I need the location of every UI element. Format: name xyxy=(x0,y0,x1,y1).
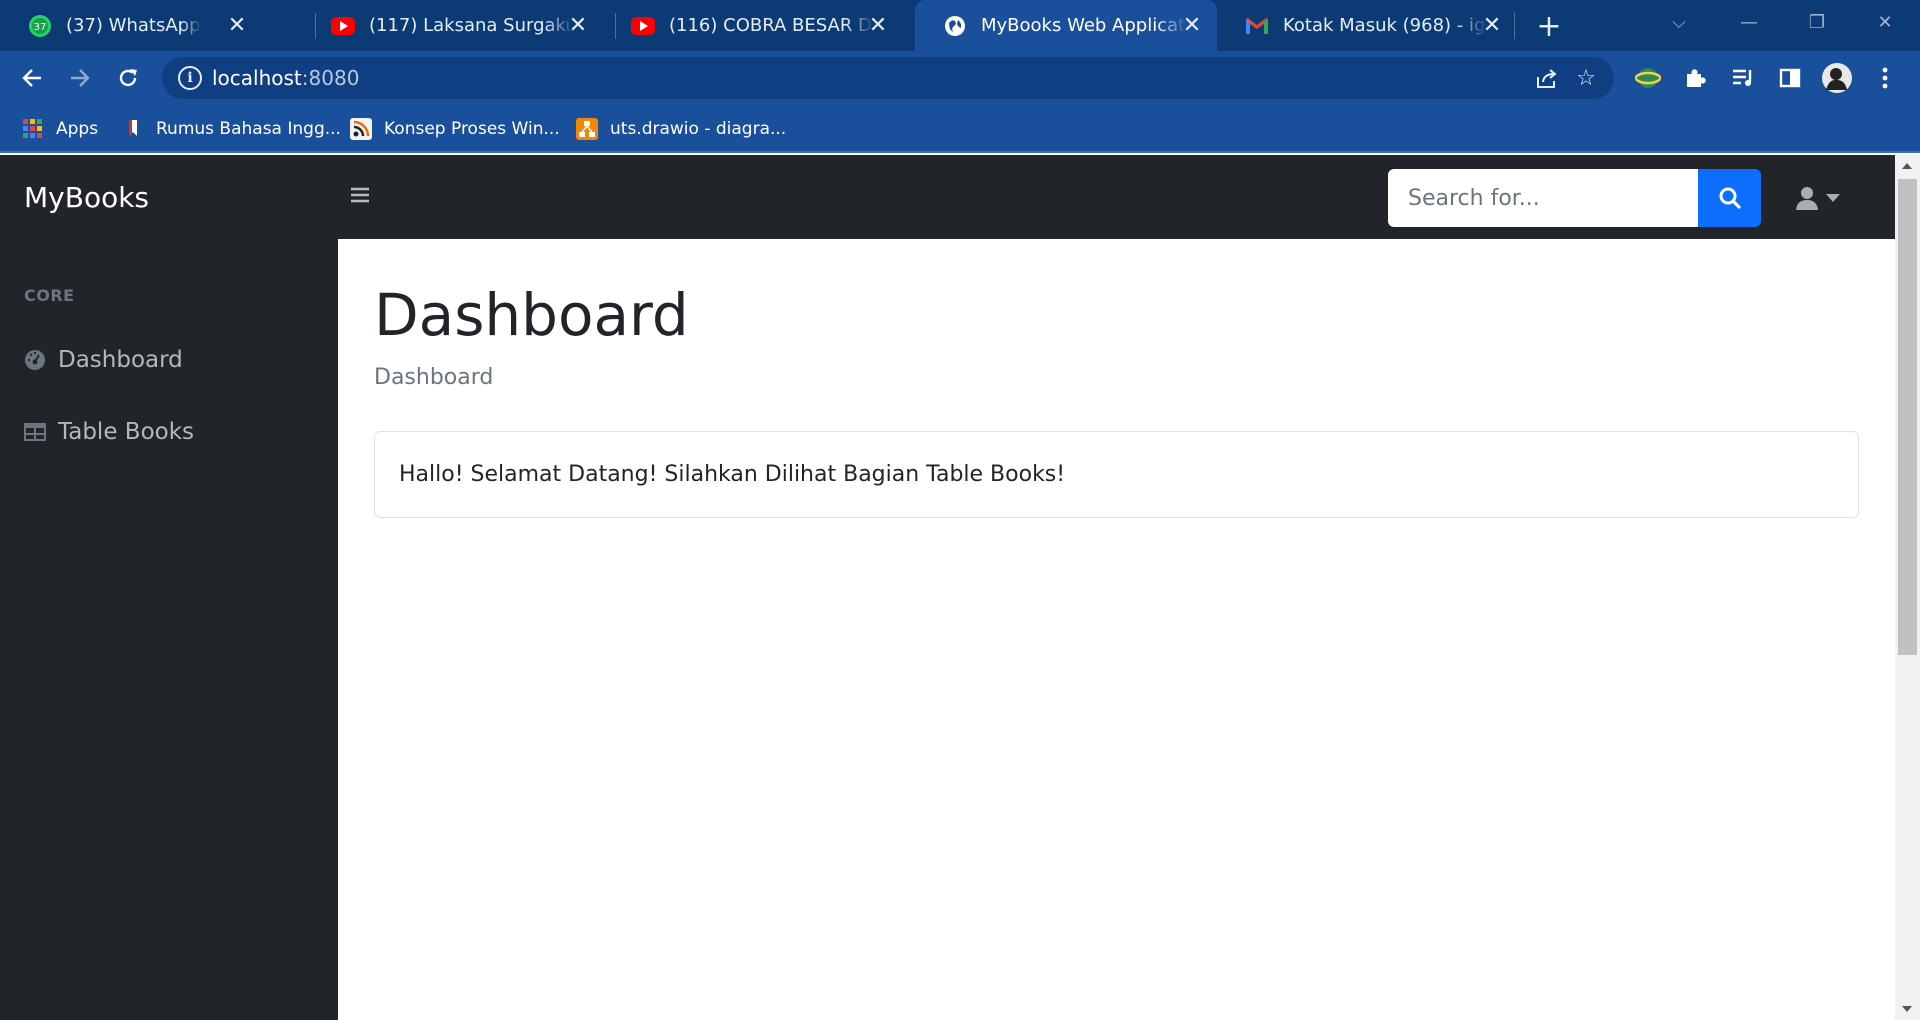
close-icon[interactable]: ✕ xyxy=(224,12,250,38)
top-navbar: MyBooks xyxy=(0,155,1895,239)
close-icon[interactable]: ✕ xyxy=(865,12,891,38)
back-button[interactable] xyxy=(14,60,50,96)
apps-grid-icon xyxy=(22,118,44,140)
window-close-button[interactable]: ✕ xyxy=(1850,0,1920,44)
bookmark-star-icon[interactable]: ☆ xyxy=(1573,65,1599,91)
chevron-down-icon xyxy=(1826,194,1840,202)
bookmark-label: Konsep Proses Win... xyxy=(384,119,560,139)
whatsapp-icon: 37 xyxy=(28,14,52,38)
site-info-icon[interactable]: i xyxy=(178,66,202,90)
browser-toolbar: i localhost:8080 ☆ xyxy=(0,51,1920,105)
close-icon[interactable]: ✕ xyxy=(1479,12,1505,38)
youtube-icon xyxy=(331,14,355,38)
breadcrumb: Dashboard xyxy=(374,365,494,390)
page-title: Dashboard xyxy=(374,281,689,349)
tab-gmail[interactable]: Kotak Masuk (968) - ighna ✕ xyxy=(1217,0,1517,51)
navbar-brand[interactable]: MyBooks xyxy=(24,181,149,214)
gmail-icon xyxy=(1245,14,1269,38)
new-tab-button[interactable]: + xyxy=(1528,8,1570,44)
bookmarks-bar: Apps Rumus Bahasa Ingg... Konsep Proses … xyxy=(0,105,1920,153)
tab-youtube-laksana[interactable]: (117) Laksana Surgaku - D ✕ xyxy=(303,0,603,51)
reload-icon xyxy=(119,69,137,87)
extensions-puzzle-icon[interactable] xyxy=(1680,63,1710,93)
tab-separator xyxy=(1514,13,1515,39)
scrollbar-thumb[interactable] xyxy=(1898,179,1917,655)
welcome-message: Hallo! Selamat Datang! Silahkan Dilihat … xyxy=(399,462,1066,487)
sidebar-heading: CORE xyxy=(24,286,75,305)
welcome-card: Hallo! Selamat Datang! Silahkan Dilihat … xyxy=(374,431,1859,518)
bookmark-rumus-bahasa[interactable]: Rumus Bahasa Ingg... xyxy=(122,115,341,143)
bookmark-uts-drawio[interactable]: uts.drawio - diagra... xyxy=(576,115,786,143)
search-button[interactable] xyxy=(1698,169,1761,227)
side-panel-icon[interactable] xyxy=(1775,63,1805,93)
browser-tabstrip: 37 (37) WhatsApp ✕ (117) Laksana Surgaku… xyxy=(0,0,1920,51)
search-input[interactable] xyxy=(1388,169,1699,227)
tab-title: MyBooks Web Application xyxy=(981,15,1187,36)
media-queue-icon[interactable] xyxy=(1728,63,1758,93)
arrow-right-icon xyxy=(71,69,90,87)
scroll-down-icon[interactable] xyxy=(1902,1006,1912,1012)
bookmark-label: uts.drawio - diagra... xyxy=(610,119,787,139)
main-content: Dashboard Dashboard Hallo! Selamat Datan… xyxy=(338,239,1895,1020)
bookmark-label: Apps xyxy=(56,119,99,139)
vertical-scrollbar[interactable] xyxy=(1895,155,1920,1020)
close-icon[interactable]: ✕ xyxy=(565,12,591,38)
user-dropdown[interactable] xyxy=(1796,181,1852,215)
bookmark-label: Rumus Bahasa Ingg... xyxy=(156,119,341,139)
profile-avatar[interactable] xyxy=(1821,62,1853,94)
address-url[interactable]: localhost:8080 xyxy=(212,66,359,90)
browser-menu-icon[interactable] xyxy=(1870,63,1900,93)
tab-title: (37) WhatsApp xyxy=(66,15,201,36)
tab-whatsapp[interactable]: 37 (37) WhatsApp ✕ xyxy=(0,0,262,51)
minimize-button[interactable]: — xyxy=(1714,0,1784,44)
tachometer-icon xyxy=(24,349,46,371)
sidebar-toggle-icon[interactable] xyxy=(348,183,372,207)
tab-title: (117) Laksana Surgaku - D xyxy=(369,15,575,36)
drawio-icon xyxy=(576,118,598,140)
close-icon[interactable]: ✕ xyxy=(1179,12,1205,38)
table-icon xyxy=(24,421,46,443)
user-icon xyxy=(1796,187,1818,210)
address-bar[interactable]: i localhost:8080 ☆ xyxy=(162,57,1614,99)
arrow-left-icon xyxy=(22,69,41,87)
sidebar-item-dashboard[interactable]: Dashboard xyxy=(24,343,183,377)
sidebar-item-table-books[interactable]: Table Books xyxy=(24,415,194,449)
share-icon[interactable] xyxy=(1534,65,1560,91)
reload-button[interactable] xyxy=(110,60,146,96)
tab-youtube-cobra[interactable]: (116) COBRA BESAR DI DA ✕ xyxy=(603,0,903,51)
search-icon xyxy=(1719,187,1741,209)
youtube-icon xyxy=(631,14,655,38)
sidebar-item-label: Dashboard xyxy=(58,347,183,373)
extension-globe-icon[interactable] xyxy=(1633,63,1663,93)
globe-icon xyxy=(943,14,967,38)
rss-icon xyxy=(350,118,372,140)
scroll-up-icon[interactable] xyxy=(1902,163,1912,169)
bookmark-apps[interactable]: Apps xyxy=(22,115,98,143)
tab-title: Kotak Masuk (968) - ighna xyxy=(1283,15,1487,36)
restore-button[interactable]: ❐ xyxy=(1782,0,1852,44)
sidebar: CORE Dashboard Table Books xyxy=(0,239,338,1020)
bookmark-konsep-proses[interactable]: Konsep Proses Win... xyxy=(350,115,560,143)
svg-text:37: 37 xyxy=(34,22,47,33)
page-viewport: MyBooks CORE Dashboard Table Books Da xyxy=(0,155,1920,1020)
tab-mybooks[interactable]: MyBooks Web Application ✕ xyxy=(915,0,1217,51)
tab-search-dropdown-icon[interactable]: ⌵ xyxy=(1644,0,1714,44)
forward-button[interactable] xyxy=(62,60,98,96)
bookmark-flag-icon xyxy=(122,118,144,140)
tab-title: (116) COBRA BESAR DI DA xyxy=(669,15,875,36)
sidebar-item-label: Table Books xyxy=(58,419,195,445)
